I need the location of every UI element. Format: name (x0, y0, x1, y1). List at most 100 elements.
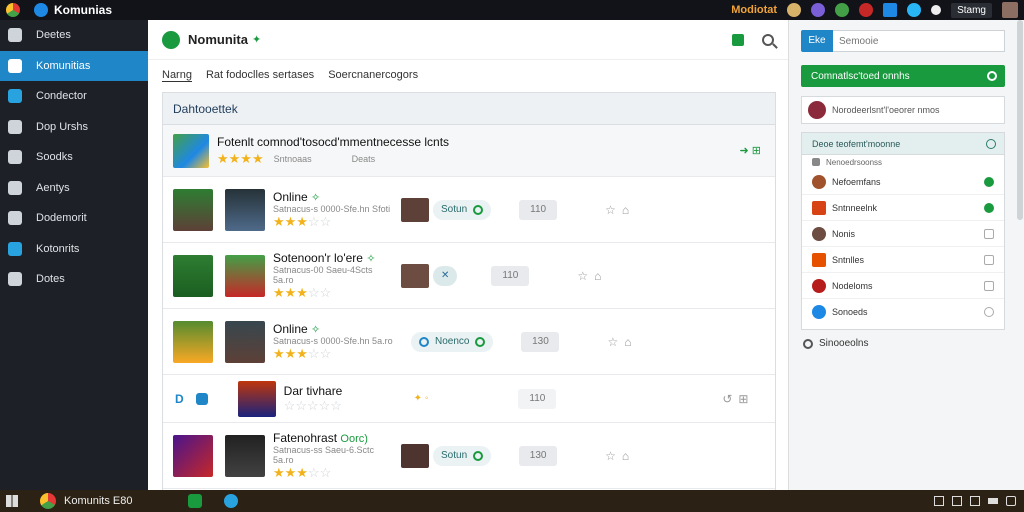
notification-center-icon[interactable] (1006, 496, 1016, 506)
search-icon[interactable] (986, 138, 996, 149)
volume-icon[interactable] (952, 496, 962, 506)
history-icon[interactable]: ↺⊞ (722, 392, 754, 406)
favorite-icon[interactable]: ☆⌂ (607, 335, 637, 349)
right-panel: Eke Comnatlsc'toed onnhs Norodeerlsnt'l'… (788, 20, 1024, 490)
notice-card[interactable]: Norodeerlsnt'l'oeorer nmos (801, 96, 1005, 124)
list-item[interactable]: Sntnlles (802, 247, 1004, 273)
game-name: Online (273, 189, 308, 204)
tab-narng[interactable]: Narng (162, 69, 192, 82)
status-pill[interactable]: Sotun (433, 445, 492, 466)
avatar (812, 226, 826, 241)
status-pill[interactable]: Noenco (411, 331, 494, 352)
favorite-icon[interactable]: ☆⌂ (605, 449, 635, 463)
game-icon[interactable] (811, 3, 826, 17)
list-item[interactable]: Nonis (802, 221, 1004, 247)
favorite-icon[interactable]: ☆⌂ (605, 203, 635, 217)
game-meta: Satnacus-ss Saeu-6.Sctc 5a.ro (273, 444, 375, 465)
list-item[interactable]: Nodeloms (802, 273, 1004, 299)
table-row[interactable]: Online ✧ Satnacus-s 0000-Sfe.hn 5a.ro ★★… (163, 309, 775, 375)
chat-icon (8, 150, 22, 165)
sidebar-item-label: Dotes (36, 273, 65, 286)
page-title: Nomunita (188, 32, 248, 47)
sidebar-item-condector[interactable]: Condector (0, 81, 148, 112)
app-brand[interactable]: Komunias (54, 3, 112, 17)
taskbar-app-label: Komunits E80 (64, 495, 133, 507)
player-count: 110 (518, 388, 557, 409)
browser-logo-icon[interactable] (6, 3, 20, 17)
game-cover (225, 434, 265, 477)
message-icon[interactable] (931, 5, 942, 15)
list-item[interactable]: Sntnneelnk (802, 195, 1004, 221)
sidebar-item-dodemorit[interactable]: Dodemorit (0, 203, 148, 234)
table-row[interactable]: Sotenoon'r lo'ere ✧ Satnacus-00 Saeu-4Sc… (163, 243, 775, 309)
game-thumb (173, 254, 213, 297)
sidebar-item-label: Dodemorit (36, 212, 87, 225)
games-panel: Dahtooettek Fotenlt comnod'tosocd'mmentn… (162, 92, 776, 490)
status-label: Sotun (441, 450, 468, 461)
avatar[interactable] (1002, 2, 1018, 18)
bookmark-icon[interactable] (732, 33, 744, 46)
trophy-icon[interactable] (787, 3, 802, 17)
table-row[interactable]: D Dar tivhare ☆☆☆☆☆ ✦ ◦ 110 ↺⊞ (163, 375, 775, 423)
game-name: Online (273, 321, 308, 336)
app-icon (162, 30, 180, 49)
search-icon[interactable] (762, 33, 774, 46)
game-cover (225, 320, 265, 363)
list-item[interactable]: Nefoemfans (802, 169, 1004, 195)
highlight-rating: ★★★★ (217, 150, 264, 166)
friend-name: Nonis (832, 228, 856, 239)
footer-label: Sinooeolns (819, 338, 869, 349)
cta-button[interactable]: Comnatlsc'toed onnhs (801, 65, 1005, 87)
chat-icon[interactable] (835, 3, 850, 17)
table-row[interactable]: Online ✧ Satnacus-s 0000-Sfe.hn Sfoti ★★… (163, 177, 775, 243)
search-button[interactable]: Eke (801, 30, 833, 52)
favorite-icon[interactable]: ☆⌂ (577, 269, 607, 283)
tab-bar: Narng Rat fodoclles sertases Soercnanerc… (148, 60, 788, 90)
highlight-row[interactable]: Fotenlt comnod'tosocd'mmentnecesse lcnts… (163, 125, 775, 177)
game-rating: ☆☆☆☆☆ (283, 397, 342, 413)
friend-name: Nefoemfans (832, 176, 881, 187)
friend-name: Sntnlles (832, 254, 865, 265)
store-icon[interactable] (188, 494, 203, 508)
community-icon (8, 58, 22, 73)
notification-icon[interactable] (859, 3, 874, 17)
store-icon[interactable] (883, 3, 898, 17)
sidebar-item-aentys[interactable]: Aentys (0, 173, 148, 204)
battery-icon[interactable] (970, 496, 980, 506)
friends-footer[interactable]: Sinooeolns (803, 338, 868, 349)
account-button[interactable]: Stamg (951, 2, 992, 18)
taskbar-app[interactable]: Komunits E80 (40, 493, 132, 509)
windows-start-icon[interactable] (6, 495, 18, 507)
status-pill[interactable]: ✕ (433, 265, 458, 286)
sidebar-item-komunitias[interactable]: Komunitias (0, 50, 148, 81)
search-input[interactable] (833, 30, 1005, 52)
network-icon[interactable] (934, 496, 944, 506)
taskbar: Komunits E80 (0, 490, 1024, 512)
notice-avatar (808, 101, 826, 119)
scrollbar[interactable] (1017, 20, 1023, 220)
user-link[interactable]: Modiotat (731, 4, 777, 16)
expand-icon[interactable]: ➜ ⊞ (740, 144, 762, 157)
highlight-meta: Sntnoaas (273, 153, 312, 164)
settings-icon[interactable] (907, 3, 922, 17)
sidebar-item-soodks[interactable]: Soodks (0, 142, 148, 173)
status-label: Noenco (435, 336, 470, 347)
highlight-thumb (173, 133, 209, 168)
sidebar-item-dotes[interactable]: Dotes (0, 264, 148, 295)
avatar (812, 305, 826, 319)
info-icon (803, 338, 813, 349)
status-pill[interactable]: Sotun (433, 199, 492, 220)
table-row[interactable]: Fatenohrast Oorc) Satnacus-ss Saeu-6.Sct… (163, 423, 775, 489)
friends-subheader: Nenoedrsoonss (802, 155, 1004, 169)
tab-soercnan[interactable]: Soercnanercogors (328, 69, 418, 81)
pinned-app-icon[interactable] (224, 494, 239, 508)
list-item[interactable]: Sonoeds (802, 299, 1004, 325)
highlight-title: Fotenlt comnod'tosocd'mmentnecesse lcnts (217, 134, 450, 149)
sidebar-item-kotonrits[interactable]: Kotonrits (0, 234, 148, 265)
game-rating: ★★★☆☆ (273, 284, 332, 300)
clock-icon[interactable] (988, 498, 998, 504)
sidebar-item-dop-urshs[interactable]: Dop Urshs (0, 112, 148, 143)
tab-fodoclles[interactable]: Rat fodoclles sertases (206, 69, 314, 81)
folder-icon (8, 119, 22, 134)
sidebar-item-deetes[interactable]: Deetes (0, 20, 148, 51)
